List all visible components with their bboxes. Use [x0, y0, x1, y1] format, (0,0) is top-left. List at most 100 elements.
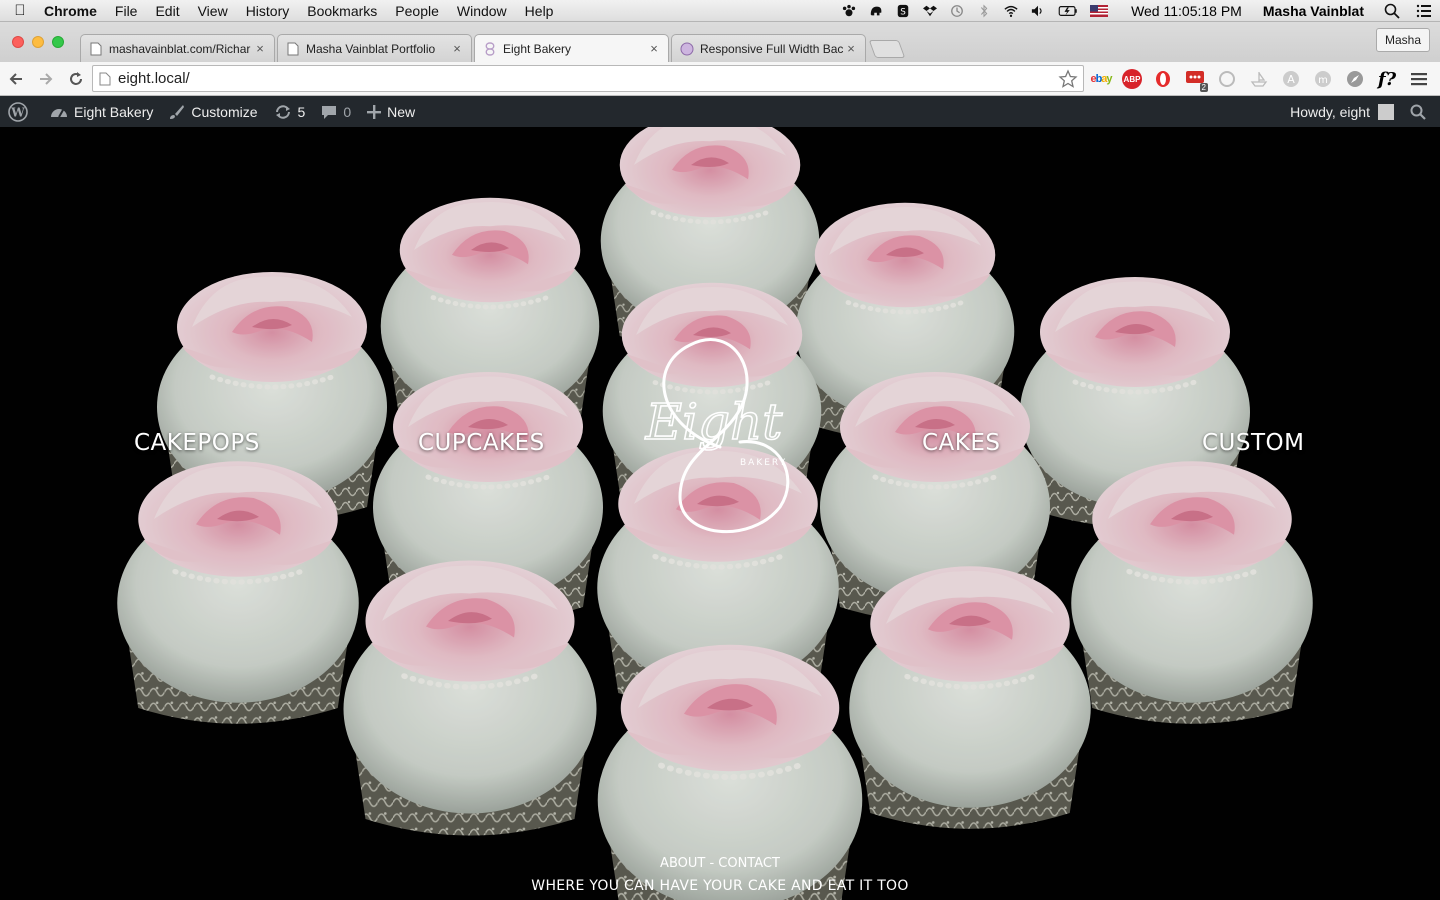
ship-extension-icon[interactable] [1248, 68, 1270, 90]
address-bar[interactable]: eight.local/ [92, 65, 1084, 92]
notification-center-icon[interactable] [1416, 3, 1432, 19]
chrome-menu-icon[interactable] [1408, 68, 1430, 90]
macos-menubar:  Chrome File Edit View History Bookmark… [0, 0, 1440, 22]
admin-updates-link[interactable]: 5 [266, 96, 314, 127]
admin-new-label: New [387, 103, 416, 120]
ebay-extension-icon[interactable]: ebay [1090, 68, 1112, 90]
admin-search-button[interactable] [1402, 96, 1440, 127]
site-tagline: WHERE YOU CAN HAVE YOUR CAKE AND EAT IT … [531, 878, 909, 894]
svg-text:S: S [900, 7, 906, 17]
minimize-window-button[interactable] [32, 36, 44, 48]
spotlight-search-icon[interactable] [1384, 3, 1400, 19]
menu-history[interactable]: History [237, 3, 299, 19]
admin-updates-count: 5 [297, 103, 306, 120]
browser-tab[interactable]: mashavainblat.com/Richar × [80, 34, 275, 62]
browser-tab-active[interactable]: Eight Bakery × [474, 34, 669, 62]
us-flag-icon[interactable] [1090, 4, 1109, 18]
a-extension-icon[interactable]: A [1280, 68, 1302, 90]
eight-bakery-logo[interactable]: Eight BAKERY [640, 327, 800, 547]
forward-arrow-icon [40, 72, 53, 85]
nav-link-cakepops[interactable]: CAKEPOPS [134, 430, 260, 456]
paintbrush-icon [170, 104, 185, 119]
paw-icon[interactable] [841, 4, 857, 18]
updates-icon [275, 104, 290, 119]
eight-favicon-icon [485, 41, 495, 56]
bookmark-star-icon[interactable] [1057, 68, 1079, 89]
logo-script-text: Eight [645, 393, 784, 451]
back-button[interactable] [2, 65, 30, 93]
reload-button[interactable] [62, 65, 90, 93]
whatfont-extension-icon[interactable]: f? [1376, 68, 1398, 90]
tab-title: Responsive Full Width Bac [700, 41, 844, 56]
elephant-icon[interactable] [868, 4, 884, 18]
apple-menu-icon[interactable]:  [0, 2, 40, 19]
close-tab-icon[interactable]: × [648, 41, 660, 56]
browser-tab[interactable]: Responsive Full Width Bac × [671, 34, 866, 62]
menu-help[interactable]: Help [516, 3, 563, 19]
plus-icon [367, 104, 382, 119]
wifi-icon[interactable] [1003, 4, 1019, 18]
nav-link-custom[interactable]: CUSTOM [1202, 430, 1305, 456]
footer-links[interactable]: ABOUT - CONTACT [0, 856, 1440, 871]
logo-subtitle: BAKERY [740, 458, 787, 468]
admin-new-link[interactable]: New [359, 96, 423, 127]
nav-link-cupcakes[interactable]: CUPCAKES [418, 430, 545, 456]
avatar [1378, 103, 1394, 120]
adblock-plus-icon[interactable]: ABP [1122, 69, 1142, 89]
wordpress-logo-icon[interactable]: W [0, 96, 42, 127]
menu-file[interactable]: File [106, 3, 147, 19]
sync-icon[interactable]: S [895, 4, 911, 18]
back-arrow-icon [9, 72, 22, 85]
page-icon [99, 72, 111, 85]
menu-people[interactable]: People [386, 3, 448, 19]
menubar-clock[interactable]: Wed 11:05:18 PM [1122, 3, 1251, 19]
admin-comments-link[interactable]: 0 [313, 96, 359, 127]
hero-section: CAKEPOPS CUPCAKES CAKES CUSTOM Eight BAK… [0, 127, 1440, 900]
dropbox-icon[interactable] [922, 4, 938, 18]
url-text[interactable]: eight.local/ [118, 70, 1057, 87]
search-icon [1410, 104, 1426, 120]
close-tab-icon[interactable]: × [254, 41, 266, 56]
svg-text:A: A [1287, 73, 1295, 86]
opera-extension-icon[interactable] [1152, 68, 1174, 90]
admin-account-menu[interactable]: Howdy, eight [1282, 96, 1402, 127]
dashboard-icon [51, 108, 67, 117]
profile-button[interactable]: Masha [1375, 28, 1430, 52]
menubar-user[interactable]: Masha Vainblat [1251, 3, 1376, 19]
close-tab-icon[interactable]: × [845, 41, 857, 56]
menu-edit[interactable]: Edit [146, 3, 188, 19]
tab-title: mashavainblat.com/Richar [109, 41, 251, 56]
bluetooth-icon[interactable] [976, 3, 992, 18]
forward-button[interactable] [32, 65, 60, 93]
page-icon [90, 42, 102, 55]
zoom-window-button[interactable] [52, 36, 64, 48]
menu-app-name[interactable]: Chrome [40, 3, 106, 19]
volume-icon[interactable] [1030, 4, 1046, 18]
circle-extension-icon[interactable] [1216, 68, 1238, 90]
browser-toolbar: eight.local/ ebay ABP 2 A m f? [0, 62, 1440, 96]
svg-text:m: m [1318, 75, 1328, 86]
battery-icon[interactable] [1057, 4, 1079, 18]
menu-view[interactable]: View [189, 3, 237, 19]
lastpass-icon[interactable]: 2 [1184, 68, 1208, 92]
m-extension-icon[interactable]: m [1312, 68, 1334, 90]
new-tab-button[interactable] [868, 40, 906, 58]
globe-icon [680, 42, 694, 55]
browser-tab-strip: mashavainblat.com/Richar × Masha Vainbla… [0, 22, 1440, 62]
browser-tab[interactable]: Masha Vainblat Portfolio × [277, 34, 472, 62]
wp-admin-bar: W Eight Bakery Customize 5 0 New Howdy, … [0, 96, 1440, 127]
menu-window[interactable]: Window [448, 3, 516, 19]
close-window-button[interactable] [12, 36, 24, 48]
time-machine-icon[interactable] [949, 4, 965, 18]
page-icon [287, 42, 299, 55]
admin-customize-label: Customize [191, 103, 258, 120]
tab-title: Eight Bakery [503, 41, 572, 56]
nav-link-cakes[interactable]: CAKES [922, 430, 1001, 456]
menu-bookmarks[interactable]: Bookmarks [298, 3, 386, 19]
compass-extension-icon[interactable] [1344, 68, 1366, 90]
admin-customize-link[interactable]: Customize [161, 96, 265, 127]
admin-site-link[interactable]: Eight Bakery [42, 96, 161, 127]
tab-title: Masha Vainblat Portfolio [306, 41, 436, 56]
close-tab-icon[interactable]: × [451, 41, 463, 56]
svg-text:W: W [10, 105, 25, 119]
